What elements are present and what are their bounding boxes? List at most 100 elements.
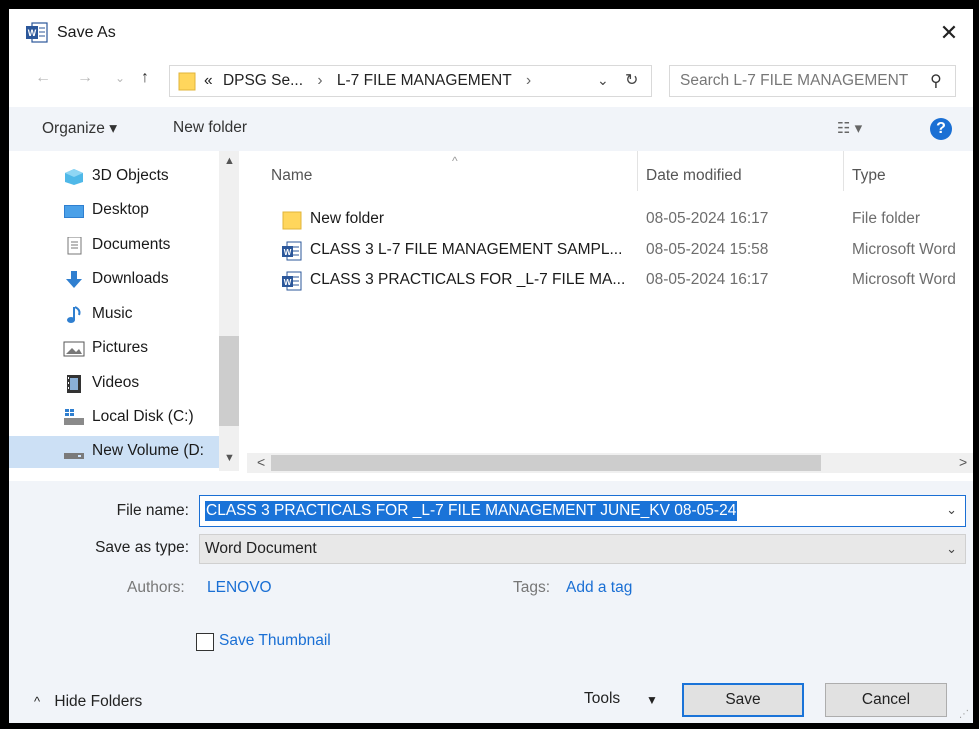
file-row[interactable]: W CLASS 3 PRACTICALS FOR _L-7 FILE MA...… bbox=[247, 265, 973, 295]
breadcrumb-item[interactable]: L-7 FILE MANAGEMENT bbox=[337, 72, 512, 89]
up-arrow-icon[interactable]: ↑ bbox=[141, 69, 149, 87]
save-as-type-label: Save as type: bbox=[95, 539, 189, 556]
address-bar[interactable]: « DPSG Se... › L-7 FILE MANAGEMENT › ⌄ ↻ bbox=[169, 65, 652, 97]
sidebar-scrollbar[interactable]: ▲ ▼ bbox=[219, 151, 239, 471]
breadcrumb-separator-icon[interactable]: › bbox=[317, 72, 322, 89]
scroll-right-icon[interactable]: > bbox=[959, 454, 967, 470]
scroll-up-icon[interactable]: ▲ bbox=[224, 155, 235, 167]
word-app-icon: W bbox=[26, 22, 48, 43]
navigation-pane: 3D Objects Desktop Documents Downloads M… bbox=[9, 151, 239, 471]
chevron-down-icon[interactable]: ⌄ bbox=[946, 541, 957, 557]
word-doc-icon: W bbox=[282, 241, 302, 261]
save-thumbnail-checkbox[interactable] bbox=[196, 633, 214, 651]
new-folder-button[interactable]: New folder bbox=[173, 119, 247, 137]
file-name-field[interactable]: CLASS 3 PRACTICALS FOR _L-7 FILE MANAGEM… bbox=[199, 495, 966, 527]
organize-button[interactable]: Organize ▾ bbox=[42, 119, 117, 138]
save-thumbnail-label[interactable]: Save Thumbnail bbox=[219, 632, 331, 650]
save-as-type-select[interactable]: Word Document ⌄ bbox=[199, 534, 966, 564]
breadcrumb: « DPSG Se... › L-7 FILE MANAGEMENT › bbox=[204, 72, 541, 90]
navigation-bar: ← → ⌄ ↑ « DPSG Se... › L-7 FILE MANAGEME… bbox=[9, 59, 973, 103]
title-bar: W Save As ✕ bbox=[9, 9, 973, 59]
scroll-down-icon[interactable]: ▼ bbox=[224, 452, 235, 464]
chevron-down-icon[interactable]: ⌄ bbox=[946, 502, 957, 518]
sidebar-item-label: Documents bbox=[92, 236, 171, 253]
chevron-up-icon: ^ bbox=[34, 694, 41, 709]
dialog-title: Save As bbox=[57, 24, 116, 41]
desktop-icon bbox=[64, 205, 84, 218]
authors-value[interactable]: LENOVO bbox=[207, 579, 272, 597]
search-icon[interactable]: ⚲ bbox=[930, 71, 942, 91]
help-icon[interactable]: ? bbox=[930, 118, 952, 140]
downloads-icon bbox=[66, 271, 82, 288]
view-options-icon[interactable]: ☷ ▾ bbox=[837, 119, 862, 137]
sidebar-item-new-volume[interactable]: New Volume (D: bbox=[9, 436, 219, 468]
tools-button[interactable]: Tools bbox=[584, 690, 620, 708]
sidebar-item-3d-objects[interactable]: 3D Objects bbox=[9, 161, 219, 193]
column-header-type[interactable]: Type bbox=[852, 151, 973, 191]
file-name: New folder bbox=[310, 210, 385, 227]
sidebar-item-documents[interactable]: Documents bbox=[9, 230, 219, 262]
file-name-value[interactable]: CLASS 3 PRACTICALS FOR _L-7 FILE MANAGEM… bbox=[205, 501, 738, 521]
sidebar-item-pictures[interactable]: Pictures bbox=[9, 333, 219, 365]
pictures-icon bbox=[63, 341, 85, 357]
column-header-date[interactable]: Date modified bbox=[646, 151, 844, 191]
file-type: File folder bbox=[852, 210, 921, 227]
word-doc-icon: W bbox=[282, 271, 302, 291]
file-row[interactable]: W CLASS 3 L-7 FILE MANAGEMENT SAMPL... 0… bbox=[247, 235, 973, 265]
file-name: CLASS 3 L-7 FILE MANAGEMENT SAMPL... bbox=[310, 241, 623, 258]
close-icon[interactable]: ✕ bbox=[934, 19, 964, 47]
sidebar-item-label: 3D Objects bbox=[92, 167, 169, 184]
sidebar-item-label: Local Disk (C:) bbox=[92, 408, 194, 425]
file-name: CLASS 3 PRACTICALS FOR _L-7 FILE MA... bbox=[310, 271, 626, 288]
resize-grip-icon[interactable]: ⋰ bbox=[959, 709, 969, 720]
sidebar-item-music[interactable]: Music bbox=[9, 299, 219, 331]
column-header-name[interactable]: Name bbox=[271, 151, 638, 191]
sidebar-item-videos[interactable]: Videos bbox=[9, 368, 219, 400]
music-icon bbox=[67, 306, 81, 323]
file-type: Microsoft Word bbox=[852, 241, 956, 258]
sidebar-item-local-disk[interactable]: Local Disk (C:) bbox=[9, 402, 219, 434]
file-type: Microsoft Word bbox=[852, 271, 956, 288]
local-disk-icon bbox=[64, 409, 84, 425]
scrollbar-thumb[interactable] bbox=[271, 455, 821, 471]
column-header-label: Date modified bbox=[646, 167, 742, 184]
breadcrumb-separator-icon[interactable]: › bbox=[526, 72, 531, 89]
back-arrow-icon[interactable]: ← bbox=[35, 69, 51, 87]
dropdown-arrow-icon[interactable]: ▼ bbox=[646, 693, 658, 707]
save-as-dialog: W Save As ✕ ← → ⌄ ↑ « DPSG Se... › L-7 F… bbox=[9, 9, 973, 723]
breadcrumb-overflow-icon[interactable]: « bbox=[204, 72, 213, 89]
hide-folders-label: Hide Folders bbox=[54, 693, 143, 710]
file-date: 08-05-2024 16:17 bbox=[646, 210, 769, 227]
sidebar-item-label: Pictures bbox=[92, 339, 148, 356]
documents-icon bbox=[67, 237, 82, 255]
forward-arrow-icon[interactable]: → bbox=[77, 69, 93, 87]
refresh-icon[interactable]: ↻ bbox=[625, 70, 638, 90]
authors-label: Authors: bbox=[127, 579, 185, 596]
file-date: 08-05-2024 16:17 bbox=[646, 271, 769, 288]
folder-icon bbox=[178, 72, 196, 91]
hide-folders-button[interactable]: ^ Hide Folders bbox=[34, 693, 142, 711]
breadcrumb-item[interactable]: DPSG Se... bbox=[223, 72, 303, 89]
file-date: 08-05-2024 15:58 bbox=[646, 241, 769, 258]
file-list: ^ Name Date modified Type New folder 08-… bbox=[247, 151, 973, 481]
sidebar-item-desktop[interactable]: Desktop bbox=[9, 195, 219, 227]
file-row[interactable]: New folder 08-05-2024 16:17 File folder bbox=[247, 204, 973, 234]
search-placeholder: Search L-7 FILE MANAGEMENT bbox=[680, 72, 909, 89]
column-header-label: Type bbox=[852, 167, 886, 184]
chevron-down-icon[interactable]: ⌄ bbox=[597, 72, 609, 89]
scroll-left-icon[interactable]: < bbox=[257, 454, 265, 470]
command-toolbar: Organize ▾ New folder ☷ ▾ ? bbox=[9, 107, 973, 151]
sidebar-item-label: Desktop bbox=[92, 201, 149, 218]
file-list-horizontal-scrollbar[interactable]: < > bbox=[247, 453, 973, 473]
recent-locations-icon[interactable]: ⌄ bbox=[115, 71, 125, 85]
tags-value[interactable]: Add a tag bbox=[566, 579, 632, 597]
cancel-button[interactable]: Cancel bbox=[825, 683, 947, 717]
save-as-type-value: Word Document bbox=[205, 540, 317, 557]
file-name-label: File name: bbox=[116, 502, 189, 519]
save-button[interactable]: Save bbox=[682, 683, 804, 717]
sidebar-item-label: Music bbox=[92, 305, 133, 322]
drive-icon bbox=[64, 453, 84, 459]
search-input[interactable]: Search L-7 FILE MANAGEMENT ⚲ bbox=[669, 65, 956, 97]
scrollbar-thumb[interactable] bbox=[219, 336, 239, 426]
sidebar-item-downloads[interactable]: Downloads bbox=[9, 264, 219, 296]
